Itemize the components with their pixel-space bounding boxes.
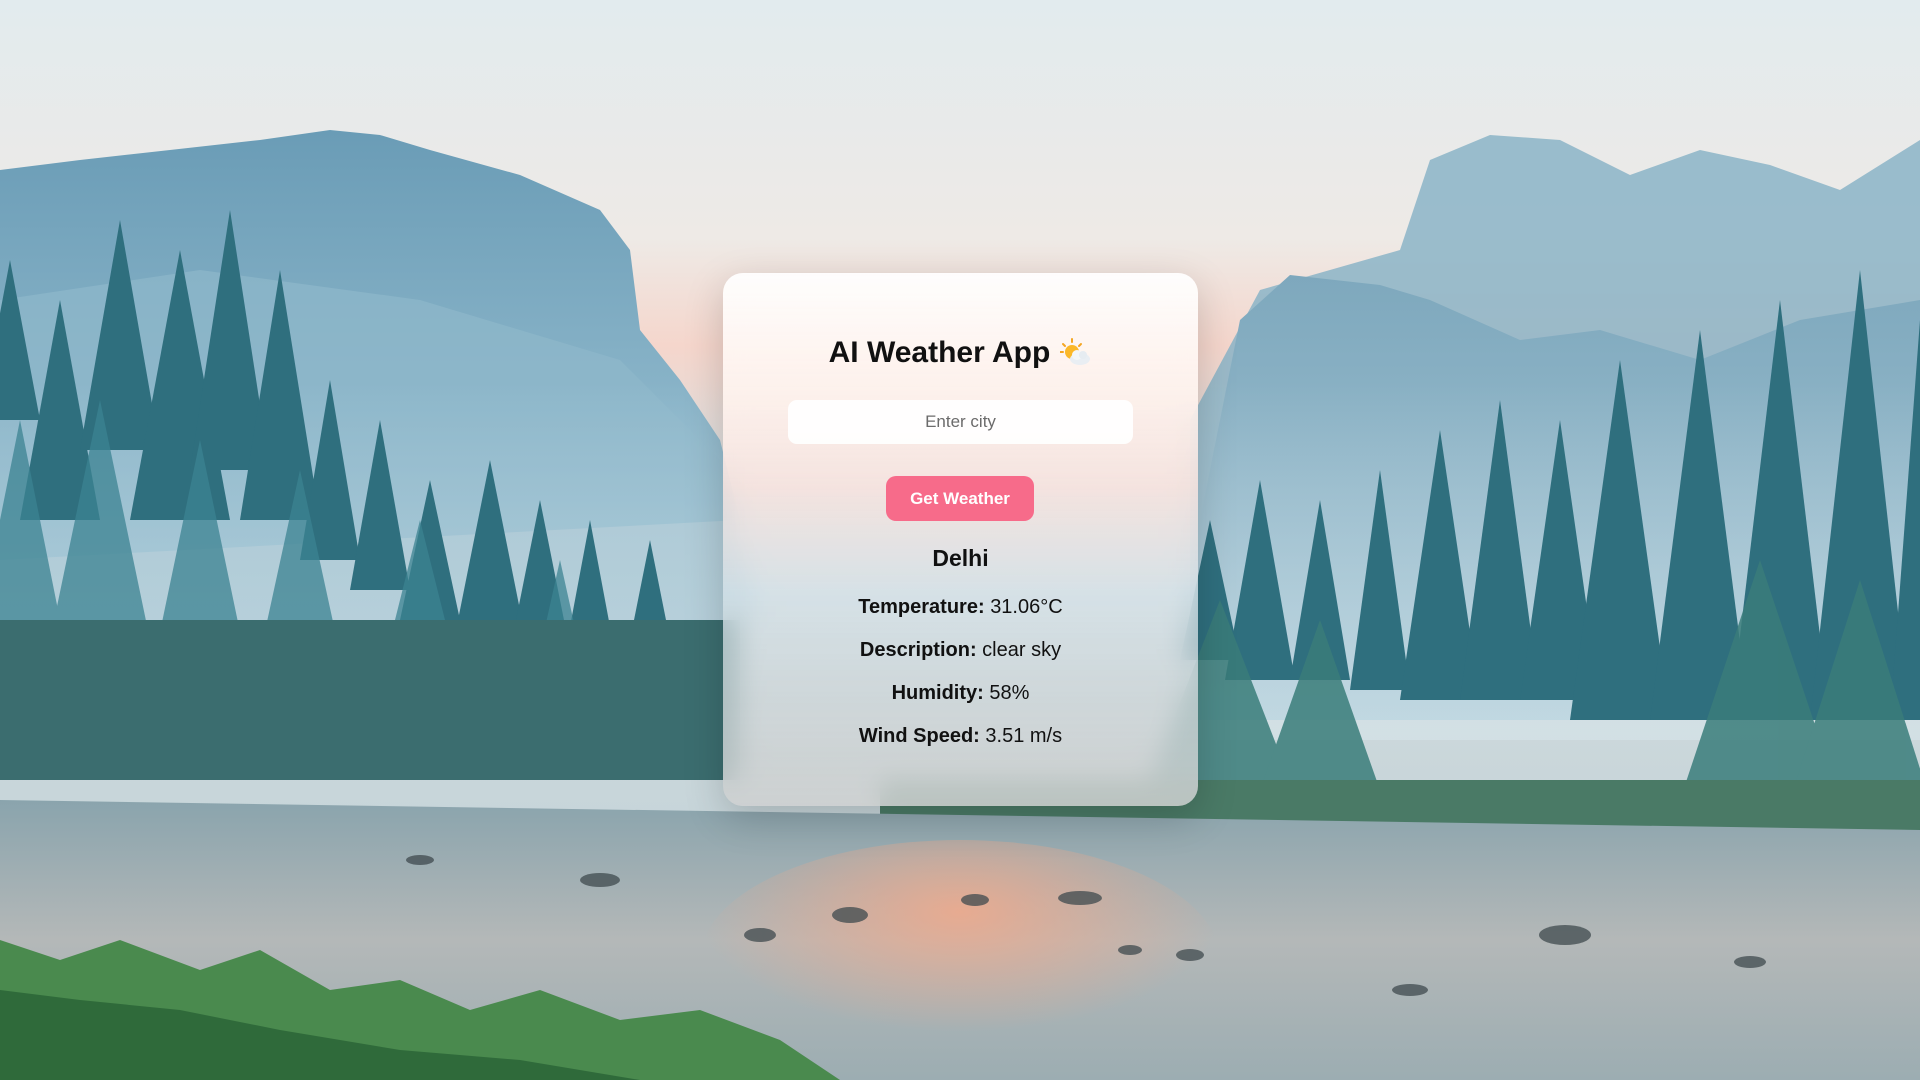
sun-behind-cloud-icon xyxy=(1059,338,1092,366)
app-title: AI Weather App xyxy=(723,335,1198,371)
city-search-input[interactable] xyxy=(788,400,1133,444)
description-row: Description: clear sky xyxy=(723,638,1198,662)
get-weather-button[interactable]: Get Weather xyxy=(886,476,1034,521)
temperature-row: Temperature: 31.06°C xyxy=(723,595,1198,619)
humidity-row: Humidity: 58% xyxy=(723,681,1198,705)
description-label: Description: xyxy=(859,639,977,661)
temperature-label: Temperature: xyxy=(858,596,985,618)
city-name: Delhi xyxy=(932,545,989,571)
weather-card: AI Weather App Get Weather Delhi Tempera… xyxy=(723,273,1198,806)
app-title-text: AI Weather App xyxy=(828,336,1051,369)
wind-speed-row: Wind Speed: 3.51 m/s xyxy=(723,724,1198,748)
humidity-label: Humidity: xyxy=(891,682,984,704)
humidity-value: 58% xyxy=(989,682,1030,704)
temperature-value: 31.06°C xyxy=(990,596,1063,618)
wind-speed-label: Wind Speed: xyxy=(858,725,980,747)
description-value: clear sky xyxy=(982,639,1062,661)
wind-speed-value: 3.51 m/s xyxy=(985,725,1063,747)
